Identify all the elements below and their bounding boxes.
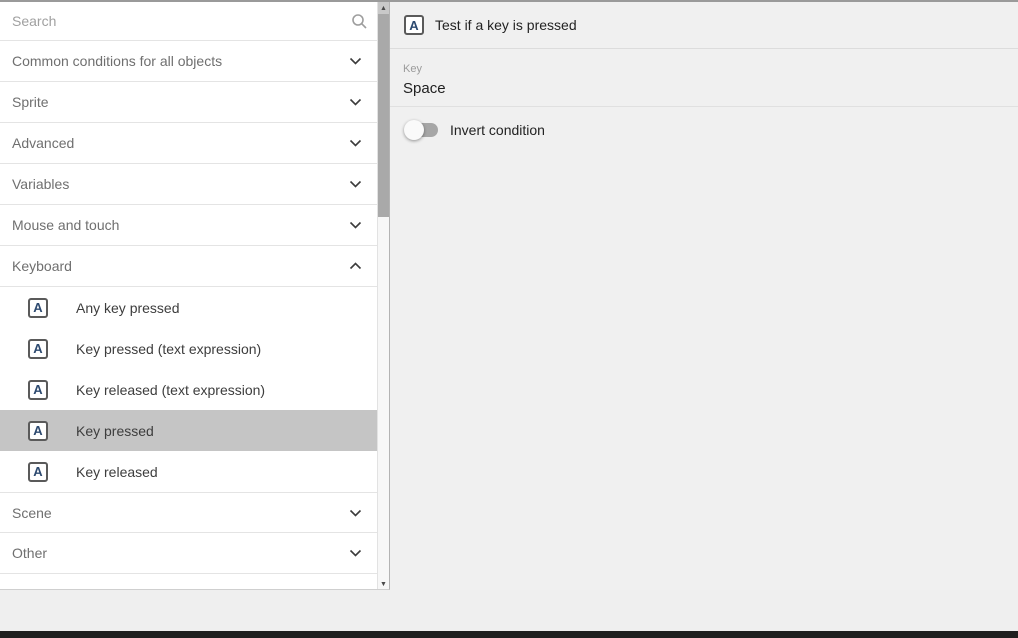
key-field[interactable]: Key Space [390, 49, 1018, 107]
toggle-knob [404, 120, 424, 140]
keyboard-key-icon: A [28, 421, 48, 441]
keyboard-key-icon: A [28, 462, 48, 482]
category-other[interactable]: Other [0, 533, 378, 574]
category-advanced[interactable]: Advanced [0, 123, 378, 164]
category-scene[interactable]: Scene [0, 492, 378, 533]
invert-condition-row: Invert condition [404, 120, 1018, 140]
category-keyboard[interactable]: Keyboard [0, 246, 378, 287]
category-label: Mouse and touch [12, 217, 119, 233]
chevron-down-icon [349, 57, 362, 65]
category-mouse-and-touch[interactable]: Mouse and touch [0, 205, 378, 246]
bottom-dark-bar [0, 631, 1018, 638]
chevron-down-icon [349, 139, 362, 147]
condition-item-key-pressed-text-expression[interactable]: A Key pressed (text expression) [0, 328, 378, 369]
category-common-conditions-for-all-objects[interactable]: Common conditions for all objects [0, 41, 378, 82]
scroll-down-arrow-icon[interactable]: ▼ [378, 578, 389, 590]
condition-item-label: Key pressed [76, 423, 154, 439]
condition-header: A Test if a key is pressed [390, 2, 1018, 49]
condition-item-key-pressed[interactable]: A Key pressed [0, 410, 378, 451]
keyboard-key-icon: A [28, 380, 48, 400]
key-field-label: Key [403, 63, 1018, 75]
sidebar: Common conditions for all objects Sprite A… [0, 2, 390, 590]
invert-condition-label: Invert condition [450, 122, 545, 138]
keyboard-key-icon: A [28, 339, 48, 359]
scroll-up-arrow-icon[interactable]: ▲ [378, 2, 389, 14]
condition-item-key-released[interactable]: A Key released [0, 451, 378, 492]
category-label: Scene [12, 505, 52, 521]
condition-item-label: Key pressed (text expression) [76, 341, 261, 357]
category-label: Common conditions for all objects [12, 53, 222, 69]
chevron-down-icon [349, 98, 362, 106]
dialog-footer [0, 590, 1018, 631]
condition-item-label: Any key pressed [76, 300, 180, 316]
condition-item-any-key-pressed[interactable]: A Any key pressed [0, 287, 378, 328]
keyboard-key-icon: A [404, 15, 424, 35]
keyboard-key-icon: A [28, 298, 48, 318]
search-row [0, 2, 378, 41]
condition-title: Test if a key is pressed [435, 17, 577, 33]
scrollbar-thumb[interactable] [378, 14, 389, 217]
category-label: Keyboard [12, 258, 72, 274]
chevron-down-icon [349, 549, 362, 557]
chevron-down-icon [349, 509, 362, 517]
search-input[interactable] [12, 13, 345, 29]
search-icon [351, 13, 368, 30]
category-label: Advanced [12, 135, 74, 151]
condition-item-label: Key released (text expression) [76, 382, 265, 398]
category-variables[interactable]: Variables [0, 164, 378, 205]
condition-item-label: Key released [76, 464, 158, 480]
category-label: Variables [12, 176, 69, 192]
category-label: Sprite [12, 94, 49, 110]
condition-list: Common conditions for all objects Sprite A… [0, 41, 378, 574]
condition-item-key-released-text-expression[interactable]: A Key released (text expression) [0, 369, 378, 410]
sidebar-scrollbar[interactable]: ▲ ▼ [377, 2, 389, 590]
condition-detail-panel: A Test if a key is pressed Key Space Inv… [390, 2, 1018, 590]
chevron-down-icon [349, 221, 362, 229]
invert-condition-toggle[interactable] [404, 120, 438, 140]
category-sprite[interactable]: Sprite [0, 82, 378, 123]
condition-editor-dialog: Common conditions for all objects Sprite A… [0, 2, 1018, 590]
chevron-up-icon [349, 262, 362, 270]
category-label: Other [12, 545, 47, 561]
key-field-value[interactable]: Space [403, 80, 1018, 97]
chevron-down-icon [349, 180, 362, 188]
